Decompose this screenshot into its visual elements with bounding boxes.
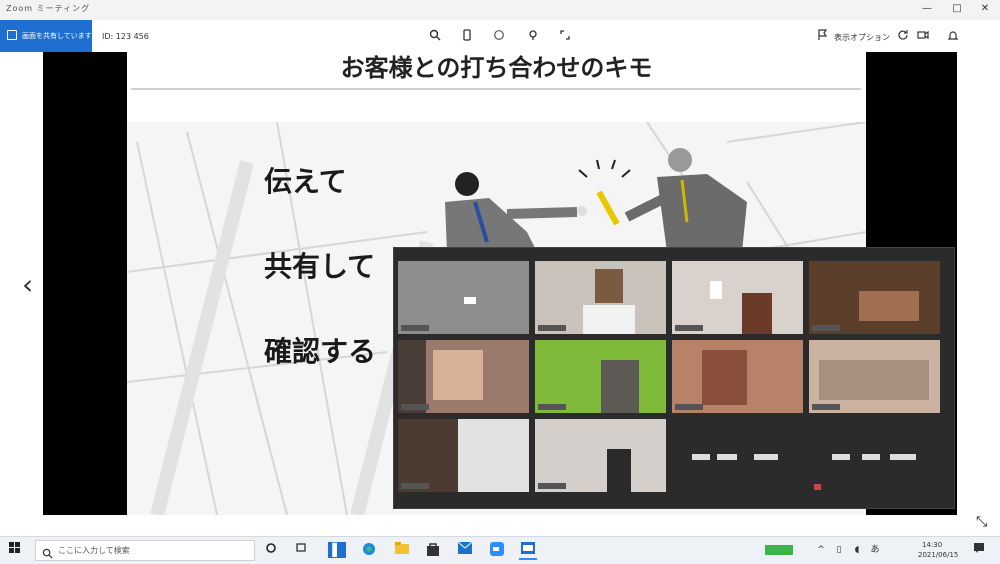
- pin-icon[interactable]: [526, 29, 540, 43]
- maximize-button[interactable]: □: [950, 2, 964, 16]
- close-button[interactable]: ✕: [978, 2, 992, 16]
- participant-video-tile[interactable]: [809, 340, 940, 413]
- language-icon[interactable]: あ: [866, 542, 884, 558]
- screen-share-indicator-button[interactable]: 画面を共有しています: [0, 20, 92, 52]
- task-view-icon[interactable]: [293, 542, 311, 558]
- share-screen-icon: [7, 30, 17, 40]
- cortana-icon[interactable]: [262, 542, 280, 558]
- participant-names-panel[interactable]: [672, 419, 940, 492]
- view-options-label[interactable]: 表示オプション: [834, 32, 890, 43]
- edge-browser-icon[interactable]: [360, 542, 378, 558]
- taskbar-search-input[interactable]: ここに入力して検索: [35, 540, 255, 561]
- share-button-label: 画面を共有しています: [22, 32, 92, 40]
- resize-handle-icon[interactable]: ⤡: [976, 514, 987, 530]
- file-explorer-icon[interactable]: [393, 542, 411, 558]
- slide-title: お客様との打ち合わせのキモ: [340, 53, 653, 82]
- clock-time[interactable]: 14:30: [922, 541, 942, 549]
- rotate-icon[interactable]: [896, 29, 910, 43]
- windows-taskbar: ここに入力して検索 ▌ ^ ▯ ◖ あ 14:30 2021/06/15: [0, 536, 1000, 564]
- clock-date[interactable]: 2021/06/15: [918, 551, 958, 559]
- slide-point-2: 共有して: [264, 250, 376, 283]
- participant-video-tile[interactable]: [398, 261, 529, 334]
- zoom-app-icon[interactable]: [488, 542, 506, 558]
- window-titlebar: Zoom ミーティング — □ ✕: [0, 0, 1000, 20]
- participant-video-tile[interactable]: [672, 261, 803, 334]
- volume-icon[interactable]: ◖: [848, 542, 866, 558]
- participant-video-tile[interactable]: [398, 340, 529, 413]
- participant-video-tile[interactable]: [535, 340, 666, 413]
- participant-video-tile[interactable]: [398, 419, 529, 492]
- search-icon[interactable]: [428, 29, 442, 43]
- battery-indicator: [765, 545, 793, 555]
- slide-point-3: 確認する: [264, 335, 377, 368]
- search-placeholder: ここに入力して検索: [58, 546, 130, 555]
- participant-video-tile[interactable]: [672, 340, 803, 413]
- circle-icon[interactable]: [492, 29, 506, 43]
- bell-icon[interactable]: [946, 29, 960, 43]
- meeting-toolbar: 画面を共有しています ID: 123 456 表示オプション: [0, 20, 1000, 52]
- participant-video-tile[interactable]: [535, 419, 666, 492]
- chevron-up-icon[interactable]: ^: [812, 542, 830, 558]
- letterbox-left: [43, 52, 127, 515]
- minimize-button[interactable]: —: [920, 2, 934, 16]
- previous-slide-button[interactable]: ‹: [22, 268, 33, 301]
- store-icon[interactable]: [424, 542, 442, 558]
- mail-icon[interactable]: [456, 541, 474, 558]
- title-divider: [131, 88, 861, 90]
- slide-point-1: 伝えて: [264, 165, 347, 198]
- window-title: Zoom ミーティング: [6, 4, 91, 13]
- app-icon-blue[interactable]: ▌: [328, 542, 346, 558]
- participant-video-tile[interactable]: [535, 261, 666, 334]
- phone-icon[interactable]: [460, 29, 474, 43]
- meeting-id: ID: 123 456: [102, 32, 149, 41]
- participant-video-tile[interactable]: [809, 261, 940, 334]
- flag-icon[interactable]: [816, 29, 830, 43]
- camera-icon[interactable]: [916, 29, 930, 43]
- expand-icon[interactable]: [558, 29, 572, 43]
- windows-start-icon[interactable]: [6, 542, 24, 558]
- network-icon[interactable]: ▯: [830, 542, 848, 558]
- search-icon: [42, 544, 53, 563]
- notification-icon[interactable]: [970, 542, 988, 558]
- video-gallery[interactable]: [393, 247, 955, 509]
- active-app-icon[interactable]: [519, 542, 537, 560]
